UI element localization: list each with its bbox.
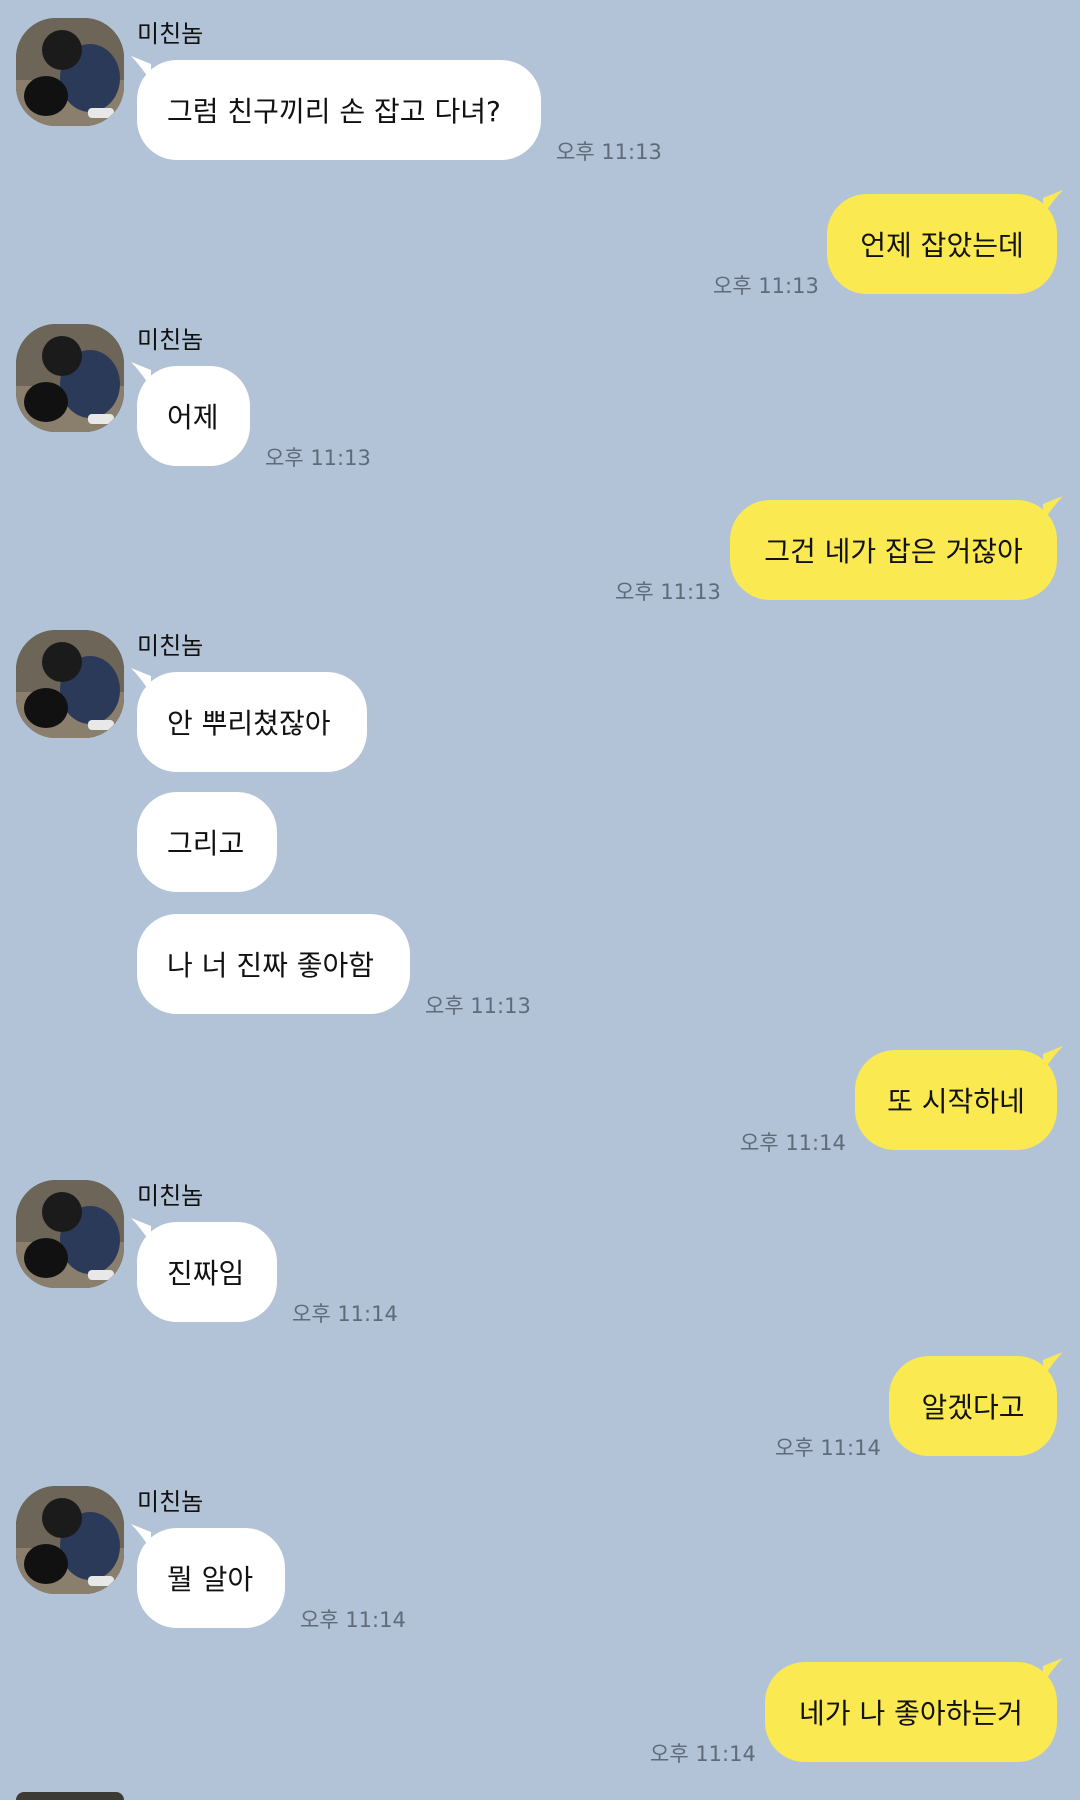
message-text: 뭘 알아 [167,1563,254,1596]
message-bubble-incoming[interactable]: 진짜임 [131,1218,277,1322]
message-text: 나 너 진짜 좋아함 [167,949,375,982]
contact-avatar[interactable] [16,18,124,126]
message-time: 오후 11:14 [650,1742,756,1766]
contact-avatar[interactable] [16,1486,124,1594]
bubble-tail-icon [1043,1046,1063,1072]
contact-name: 미친놈 [137,326,204,354]
message-time: 오후 11:13 [713,274,819,298]
message-bubble-incoming[interactable]: 나 너 진짜 좋아함 [137,914,410,1014]
message-time: 오후 11:13 [425,994,531,1018]
message-text: 네가 나 좋아하는거 [799,1697,1023,1730]
chat-area[interactable]: 미친놈 그럼 친구끼리 손 잡고 다녀? 오후 11:13 언제 잡았는데 오후… [0,0,1080,1800]
bubble-tail-icon [131,1218,151,1244]
message-text: 그건 네가 잡은 거잖아 [764,535,1023,568]
message-bubble-incoming[interactable]: 뭘 알아 [131,1524,285,1628]
message-time: 오후 11:13 [615,580,721,604]
bubble-tail-icon [1043,1658,1063,1684]
contact-avatar[interactable] [16,630,124,738]
message-text: 알겠다고 [921,1391,1025,1424]
message-bubble-incoming[interactable]: 그럼 친구끼리 손 잡고 다녀? [131,56,541,160]
message-text: 그럼 친구끼리 손 잡고 다녀? [167,95,501,128]
bubble-tail-icon [131,362,151,388]
message-bubble-outgoing[interactable]: 네가 나 좋아하는거 [765,1658,1063,1762]
contact-name: 미친놈 [137,632,204,660]
message-time: 오후 11:13 [265,446,371,470]
bubble-tail-icon [131,56,151,82]
contact-avatar[interactable] [16,1180,124,1288]
message-bubble-incoming[interactable]: 그리고 [137,792,277,892]
message-text: 언제 잡았는데 [860,229,1024,262]
message-time: 오후 11:13 [556,140,662,164]
message-text: 또 시작하네 [887,1085,1025,1118]
message-text: 안 뿌리쳤잖아 [167,707,331,740]
bubble-tail-icon [131,1524,151,1550]
message-time: 오후 11:14 [300,1608,406,1632]
message-time: 오후 11:14 [292,1302,398,1326]
message-bubble-outgoing[interactable]: 또 시작하네 [855,1046,1063,1150]
message-text: 그리고 [167,827,245,860]
contact-name: 미친놈 [137,1182,204,1210]
contact-avatar[interactable] [16,324,124,432]
message-time: 오후 11:14 [740,1131,846,1155]
contact-name: 미친놈 [137,1488,204,1516]
message-text: 진짜임 [167,1257,245,1290]
contact-name: 미친놈 [137,20,204,48]
message-bubble-outgoing[interactable]: 알겠다고 [889,1352,1063,1456]
message-text: 어제 [167,401,219,434]
contact-avatar-partial[interactable] [16,1792,124,1800]
bubble-tail-icon [1043,1352,1063,1378]
message-time: 오후 11:14 [775,1436,881,1460]
bubble-tail-icon [1043,496,1063,522]
message-bubble-outgoing[interactable]: 언제 잡았는데 [827,190,1063,294]
message-bubble-incoming[interactable]: 안 뿌리쳤잖아 [131,668,367,772]
bubble-tail-icon [1043,190,1063,216]
message-bubble-incoming[interactable]: 어제 [131,362,250,466]
bubble-tail-icon [131,668,151,694]
message-bubble-outgoing[interactable]: 그건 네가 잡은 거잖아 [730,496,1063,600]
